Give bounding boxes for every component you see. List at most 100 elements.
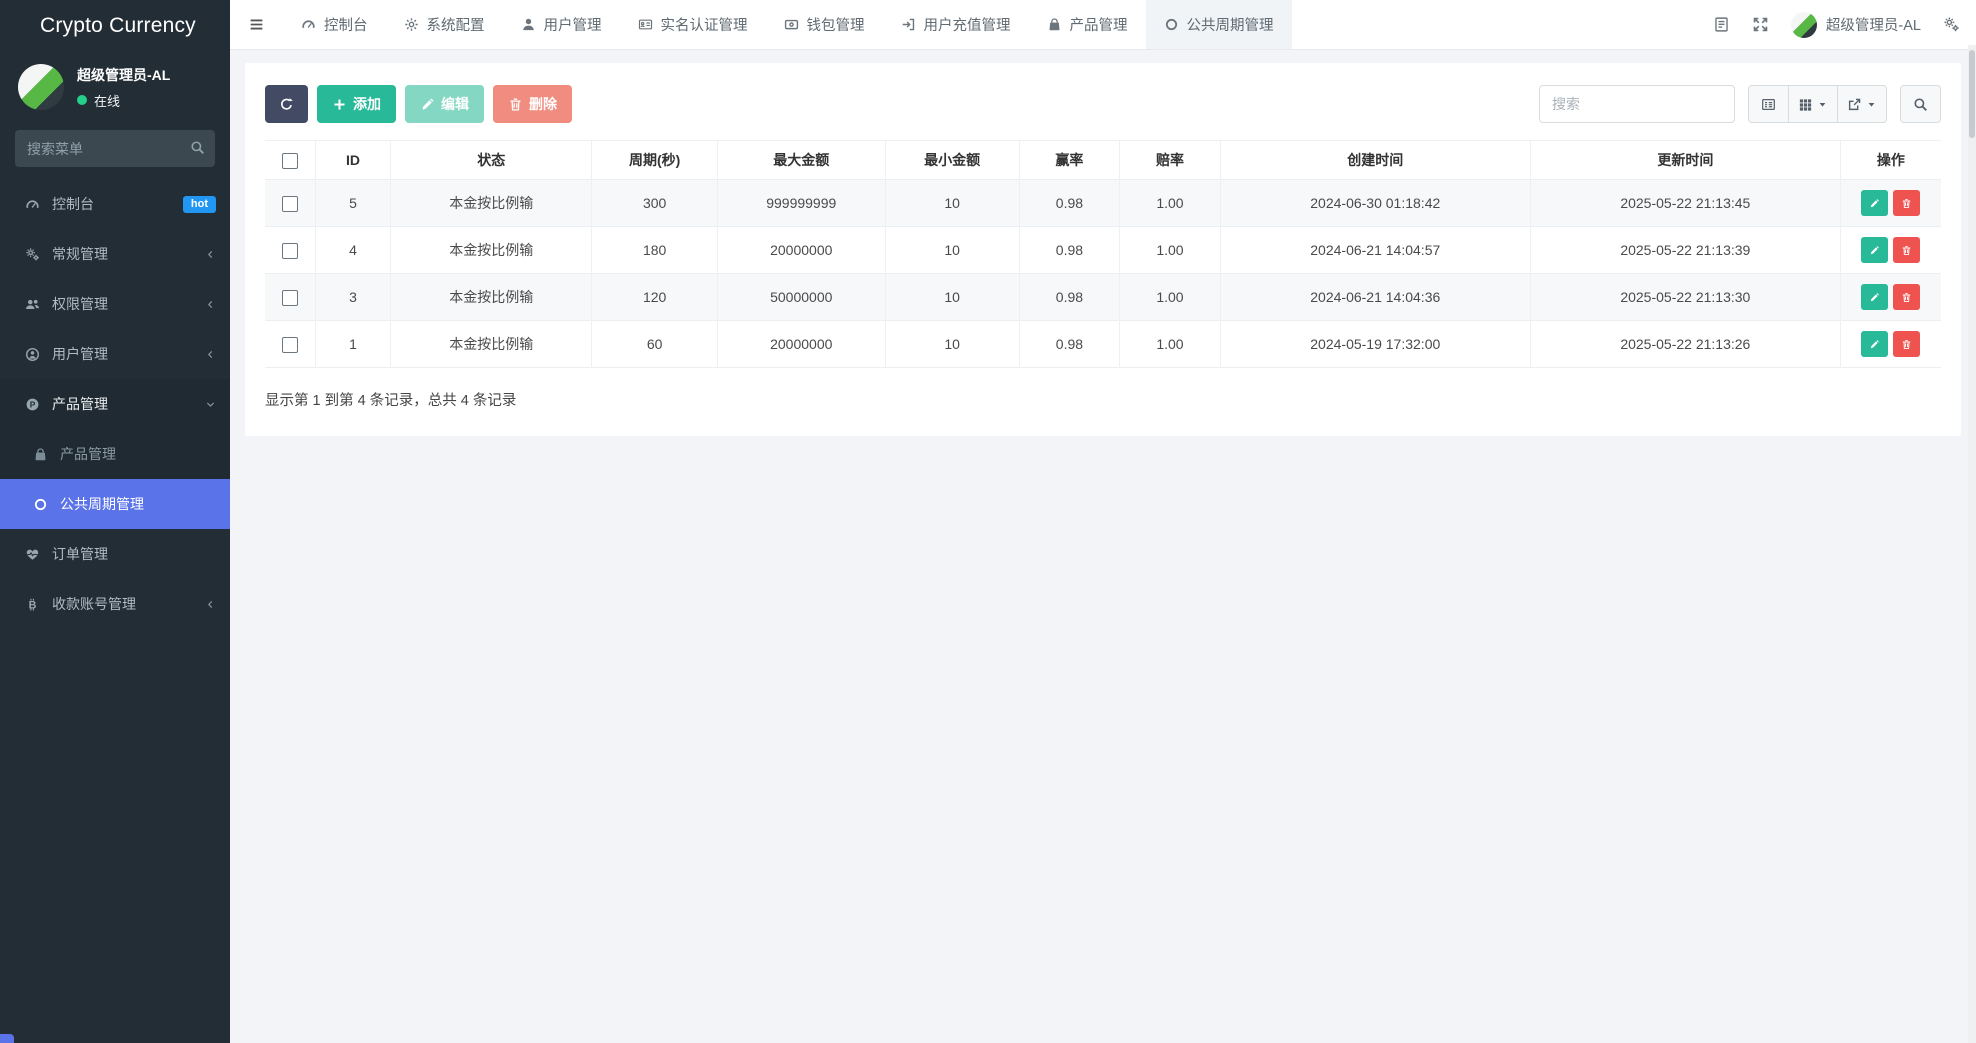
cell-odds: 1.00 xyxy=(1119,273,1221,321)
tab-user-management[interactable]: 用户管理 xyxy=(503,0,620,49)
page-document-button[interactable] xyxy=(1713,16,1730,33)
tab-public-cycle-management[interactable]: 公共周期管理 xyxy=(1145,0,1292,49)
table-toolbar: 添加 编辑 删除 xyxy=(265,85,1941,123)
delete-row-button[interactable] xyxy=(1893,237,1921,263)
row-checkbox[interactable] xyxy=(281,195,298,212)
menu-search-input[interactable] xyxy=(15,130,215,167)
sidebar-item-dashboard[interactable]: 控制台 hot xyxy=(0,179,230,229)
chevron-left-icon xyxy=(205,599,216,610)
sidebar-item-general[interactable]: 常规管理 xyxy=(0,229,230,279)
cell-period: 120 xyxy=(591,273,718,321)
sidebar-group-products: 产品管理 产品管理 公共周期管理 xyxy=(0,379,230,529)
tab-product-management[interactable]: 产品管理 xyxy=(1029,0,1146,49)
tab-label: 钱包管理 xyxy=(806,18,865,34)
tab-label: 实名认证管理 xyxy=(660,18,748,34)
shopping-bag-icon xyxy=(33,447,48,462)
column-header-status: 状态 xyxy=(390,140,592,180)
sidebar-item-permissions[interactable]: 权限管理 xyxy=(0,279,230,329)
table-row[interactable]: 1 本金按比例输 60 20000000 10 0.98 1.00 2024-0… xyxy=(265,320,1941,368)
wallet-icon xyxy=(784,17,799,32)
sidebar-item-products[interactable]: 产品管理 xyxy=(0,379,230,429)
tab-label: 公共周期管理 xyxy=(1186,18,1274,34)
navbar-user-menu[interactable]: 超级管理员-AL xyxy=(1790,11,1921,38)
admin-app: Crypto Currency 超级管理员-AL 在线 控制台 hot xyxy=(0,0,1976,1043)
tab-label: 用户充值管理 xyxy=(923,18,1011,34)
detail-view-button[interactable] xyxy=(1748,85,1789,123)
delete-row-button[interactable] xyxy=(1893,331,1921,357)
cell-max: 999999999 xyxy=(716,179,886,227)
columns-icon xyxy=(1798,97,1813,112)
tab-recharge-management[interactable]: 用户充值管理 xyxy=(883,0,1029,49)
column-header-max: 最大金额 xyxy=(716,140,886,180)
row-checkbox[interactable] xyxy=(281,289,298,306)
delete-row-button[interactable] xyxy=(1893,190,1921,216)
user-icon xyxy=(521,17,536,32)
cell-status: 本金按比例输 xyxy=(390,179,592,227)
select-all-checkbox[interactable] xyxy=(281,152,298,169)
table-row[interactable]: 3 本金按比例输 120 50000000 10 0.98 1.00 2024-… xyxy=(265,273,1941,321)
sidebar-item-label: 控制台 xyxy=(52,196,94,212)
add-button-label: 添加 xyxy=(353,96,381,112)
cell-updated: 2025-05-22 21:13:39 xyxy=(1529,226,1841,274)
edit-button[interactable]: 编辑 xyxy=(405,85,484,123)
sidebar-item-users[interactable]: 用户管理 xyxy=(0,329,230,379)
cell-period: 300 xyxy=(591,179,718,227)
scrollbar-thumb[interactable] xyxy=(1969,50,1975,138)
table-row[interactable]: 5 本金按比例输 300 999999999 10 0.98 1.00 2024… xyxy=(265,179,1941,227)
cell-min: 10 xyxy=(884,179,1020,227)
row-checkbox[interactable] xyxy=(281,242,298,259)
sidebar-menu: 控制台 hot 常规管理 权限管理 用户管理 产品管理 产品管理 公共周期管理 … xyxy=(0,179,230,629)
column-header-odds: 赔率 xyxy=(1119,140,1221,180)
heartbeat-icon xyxy=(25,547,40,562)
page-scrollbar[interactable] xyxy=(1968,45,1976,1043)
sidebar-subitem-product-management[interactable]: 产品管理 xyxy=(0,429,230,479)
sidebar-item-orders[interactable]: 订单管理 xyxy=(0,529,230,579)
edit-row-button[interactable] xyxy=(1861,237,1889,263)
columns-button[interactable] xyxy=(1789,85,1838,123)
tab-dashboard[interactable]: 控制台 xyxy=(283,0,386,49)
tab-identity-verification[interactable]: 实名认证管理 xyxy=(620,0,766,49)
pencil-icon xyxy=(1869,339,1880,350)
table-row[interactable]: 4 本金按比例输 180 20000000 10 0.98 1.00 2024-… xyxy=(265,226,1941,274)
tab-wallet-management[interactable]: 钱包管理 xyxy=(766,0,883,49)
pencil-icon xyxy=(420,97,435,112)
sidebar-item-label: 产品管理 xyxy=(52,396,108,412)
product-icon xyxy=(25,397,40,412)
caret-down-icon xyxy=(1817,99,1828,110)
table-search-input[interactable] xyxy=(1539,85,1735,123)
sidebar-item-payment-accounts[interactable]: 收款账号管理 xyxy=(0,579,230,629)
edit-row-button[interactable] xyxy=(1861,190,1889,216)
add-button[interactable]: 添加 xyxy=(317,85,396,123)
delete-row-button[interactable] xyxy=(1893,284,1921,310)
cell-created: 2024-06-30 01:18:42 xyxy=(1219,179,1531,227)
nav-tabs: 控制台 系统配置 用户管理 实名认证管理 钱包管理 用户充值管理 产品管理 公共… xyxy=(283,0,1292,49)
sidebar-menu-search xyxy=(15,130,215,167)
chevron-down-icon xyxy=(205,399,216,410)
cell-period: 180 xyxy=(591,226,718,274)
edit-row-button[interactable] xyxy=(1861,331,1889,357)
fullscreen-button[interactable] xyxy=(1752,16,1769,33)
settings-button[interactable] xyxy=(1943,16,1960,33)
row-checkbox[interactable] xyxy=(281,336,298,353)
edit-row-button[interactable] xyxy=(1861,284,1889,310)
chevron-left-icon xyxy=(205,299,216,310)
navbar-username: 超级管理员-AL xyxy=(1825,18,1921,34)
online-dot-icon xyxy=(77,95,87,105)
users-icon xyxy=(25,297,40,312)
tab-system-config[interactable]: 系统配置 xyxy=(386,0,503,49)
refresh-button[interactable] xyxy=(265,85,308,123)
search-toggle-button[interactable] xyxy=(1900,85,1941,123)
cell-odds: 1.00 xyxy=(1119,179,1221,227)
sidebar-subitem-public-cycle[interactable]: 公共周期管理 xyxy=(0,479,230,529)
list-view-icon xyxy=(1761,97,1776,112)
sidebar: Crypto Currency 超级管理员-AL 在线 控制台 hot xyxy=(0,0,230,1043)
id-card-icon xyxy=(638,17,653,32)
sidebar-user-panel: 超级管理员-AL 在线 xyxy=(0,52,230,124)
trash-icon xyxy=(1901,339,1912,350)
delete-button[interactable]: 删除 xyxy=(493,85,572,123)
pencil-icon xyxy=(1869,292,1880,303)
cogs-icon xyxy=(25,247,40,262)
export-button[interactable] xyxy=(1838,85,1887,123)
cell-win-rate: 0.98 xyxy=(1018,320,1120,368)
sidebar-toggle-button[interactable] xyxy=(230,0,283,49)
